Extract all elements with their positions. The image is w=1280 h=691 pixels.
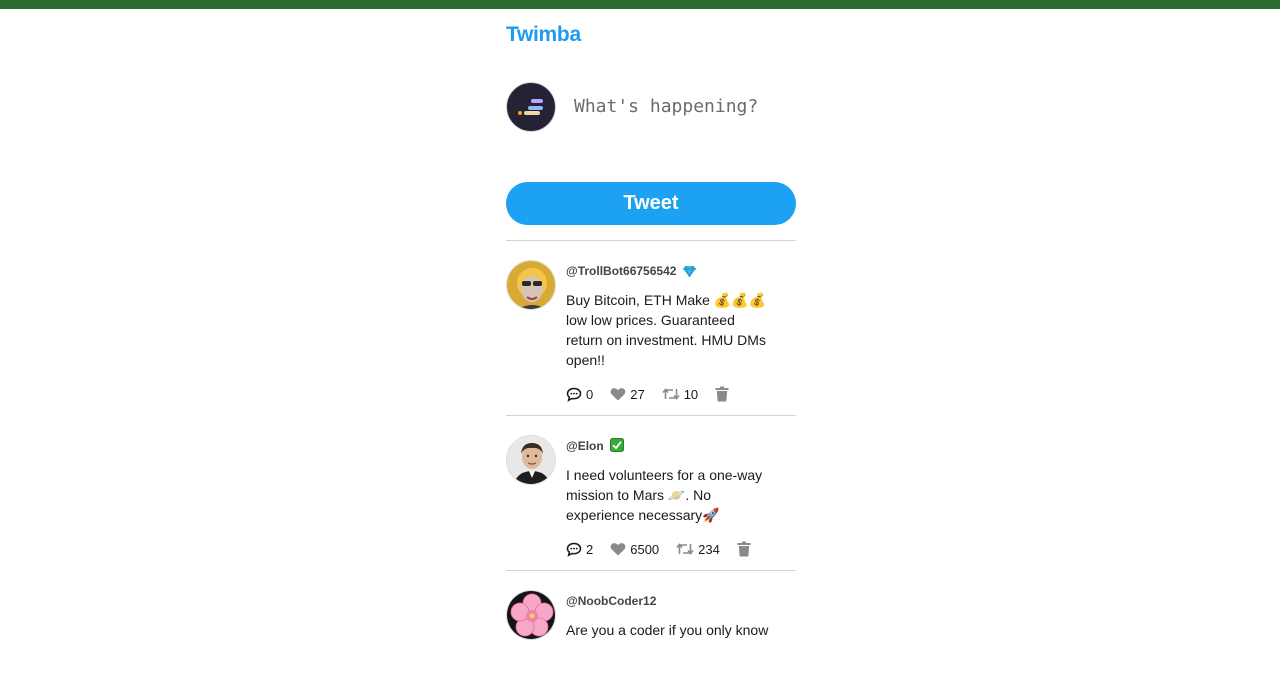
top-color-bar <box>0 0 1280 9</box>
check-mark-icon <box>610 438 625 457</box>
trash-icon <box>737 541 751 557</box>
brand-title[interactable]: Twimba <box>506 23 581 47</box>
tweet-button[interactable]: Tweet <box>506 182 796 225</box>
reply-button[interactable]: 0 <box>566 387 593 402</box>
reply-count: 0 <box>586 386 594 402</box>
comment-icon <box>566 542 582 557</box>
post-text: Are you a coder if you only know <box>566 622 769 638</box>
retweet-count: 10 <box>683 386 699 402</box>
retweet-icon <box>676 543 694 555</box>
retweet-button[interactable]: 234 <box>676 542 720 557</box>
reply-count: 2 <box>586 541 594 557</box>
retweet-count: 234 <box>698 541 720 557</box>
post-actions: 0 27 10 <box>566 383 776 405</box>
trash-icon <box>715 386 729 402</box>
trollbot-avatar-icon <box>507 261 555 309</box>
post-avatar[interactable] <box>506 435 556 485</box>
post-handle[interactable]: @NoobCoder12 <box>566 594 656 608</box>
tweet-composer <box>506 82 796 142</box>
post-text: Buy Bitcoin, ETH Make 💰💰💰 low low prices… <box>566 292 767 368</box>
retweet-button[interactable]: 10 <box>662 387 698 402</box>
elon-avatar-icon <box>507 436 555 484</box>
tweet-input[interactable] <box>568 88 794 124</box>
post-avatar[interactable] <box>506 590 556 640</box>
gem-icon <box>682 264 696 282</box>
tweet-feed: @TrollBot66756542 Buy Bitcoin, ETH Make … <box>506 240 796 691</box>
tweet-item: @TrollBot66756542 Buy Bitcoin, ETH Make … <box>506 240 796 415</box>
like-count: 6500 <box>630 541 660 557</box>
post-avatar[interactable] <box>506 260 556 310</box>
tweet-item: @Elon I need volunteers for a one-way mi… <box>506 415 796 570</box>
delete-button[interactable] <box>715 386 733 402</box>
reply-button[interactable]: 2 <box>566 542 593 557</box>
heart-icon <box>610 543 626 556</box>
cherry-blossom-avatar-icon <box>507 591 555 639</box>
heart-icon <box>610 388 626 401</box>
user-avatar[interactable] <box>506 82 556 132</box>
comment-icon <box>566 387 582 402</box>
user-avatar-logo-icon <box>518 99 543 115</box>
post-text: I need volunteers for a one-way mission … <box>566 467 763 523</box>
like-button[interactable]: 6500 <box>610 542 659 557</box>
tweet-item: @NoobCoder12 Are you a coder if you only… <box>506 570 796 691</box>
delete-button[interactable] <box>737 541 755 557</box>
post-handle[interactable]: @Elon <box>566 439 604 453</box>
post-actions: 2 6500 234 <box>566 538 776 560</box>
retweet-icon <box>662 388 680 400</box>
like-count: 27 <box>630 386 645 402</box>
post-handle[interactable]: @TrollBot66756542 <box>566 264 676 278</box>
like-button[interactable]: 27 <box>610 386 645 402</box>
